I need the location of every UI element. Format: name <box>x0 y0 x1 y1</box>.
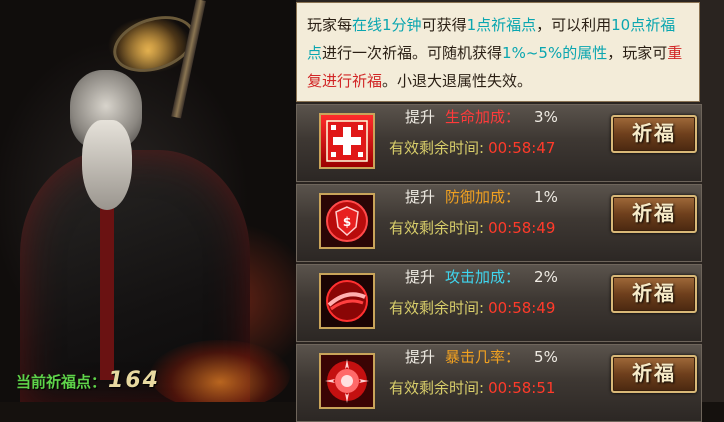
buff-stat-name: 生命加成： <box>445 108 521 126</box>
svg-text:$: $ <box>343 215 351 229</box>
desc-highlight: 1%~5%的属性 <box>502 44 608 62</box>
buff-time-value: 00:58:49 <box>488 219 556 237</box>
buff-stat-value: 1% <box>534 188 558 206</box>
buff-prefix: 提升 <box>405 108 436 126</box>
buff-stat: 提升 暴击几率： 5% <box>405 346 558 367</box>
buff-time-value: 00:58:51 <box>488 379 556 397</box>
bless-button[interactable]: 祈福 <box>611 115 697 153</box>
desc-text: 可获得 <box>421 16 467 34</box>
buff-stat: 提升 防御加成： 1% <box>405 186 558 207</box>
buff-stat-name: 攻击加成： <box>445 268 521 286</box>
buff-prefix: 提升 <box>405 348 436 366</box>
blessing-panel: 玩家每在线1分钟可获得1点祈福点，可以利用10点祈福点进行一次祈福。可随机获得1… <box>296 0 724 422</box>
bless-button[interactable]: 祈福 <box>611 275 697 313</box>
buff-stat-value: 3% <box>534 108 558 126</box>
desc-text: 进行一次祈福。可随机获得 <box>322 44 503 62</box>
flame-effect <box>150 340 290 402</box>
buff-stat: 提升 攻击加成： 2% <box>405 266 558 287</box>
buff-row-critical: 提升 暴击几率： 5% 有效剩余时间: 00:58:51 祈福 <box>296 344 702 422</box>
desc-text: 玩家每 <box>307 16 353 34</box>
buff-stat-value: 5% <box>534 348 558 366</box>
buff-row-attack: 提升 攻击加成： 2% 有效剩余时间: 00:58:49 祈福 <box>296 264 702 342</box>
blessing-points-value: 164 <box>108 368 160 393</box>
buff-row-defense: $ 提升 防御加成： 1% 有效剩余时间: 00:58:49 祈福 <box>296 184 702 262</box>
desc-text: 。小退大退属性失效。 <box>382 72 533 90</box>
buff-time-label: 有效剩余时间: <box>389 219 485 237</box>
defense-shield-icon: $ <box>319 193 375 249</box>
desc-highlight: 在线1分钟 <box>352 16 422 34</box>
attack-slash-icon <box>319 273 375 329</box>
description-box: 玩家每在线1分钟可获得1点祈福点，可以利用10点祈福点进行一次祈福。可随机获得1… <box>296 2 700 102</box>
buff-row-health: 提升 生命加成： 3% 有效剩余时间: 00:58:47 祈福 <box>296 104 702 182</box>
buff-time: 有效剩余时间: 00:58:49 <box>389 297 555 318</box>
buff-prefix: 提升 <box>405 188 436 206</box>
buff-stat: 提升 生命加成： 3% <box>405 106 558 127</box>
bless-button[interactable]: 祈福 <box>611 195 697 233</box>
buff-time: 有效剩余时间: 00:58:49 <box>389 217 555 238</box>
critical-burst-icon <box>319 353 375 409</box>
buff-stat-name: 暴击几率： <box>445 348 521 366</box>
buff-time-label: 有效剩余时间: <box>389 379 485 397</box>
buff-time-value: 00:58:49 <box>488 299 556 317</box>
desc-text: ，可以利用 <box>536 16 612 34</box>
buff-time-label: 有效剩余时间: <box>389 299 485 317</box>
sash <box>100 190 114 380</box>
character-art <box>0 0 296 402</box>
buff-stat-value: 2% <box>534 268 558 286</box>
blessing-points: 当前祈福点：164 <box>16 368 160 393</box>
health-cross-icon <box>319 113 375 169</box>
buff-time-value: 00:58:47 <box>488 139 556 157</box>
bless-button[interactable]: 祈福 <box>611 355 697 393</box>
buff-prefix: 提升 <box>405 268 436 286</box>
buff-stat-name: 防御加成： <box>445 188 521 206</box>
buff-time: 有效剩余时间: 00:58:47 <box>389 137 555 158</box>
sage-beard <box>82 120 132 210</box>
buff-time: 有效剩余时间: 00:58:51 <box>389 377 555 398</box>
buff-time-label: 有效剩余时间: <box>389 139 485 157</box>
desc-text: ，玩家可 <box>607 44 668 62</box>
desc-highlight: 1点祈福点 <box>466 16 537 34</box>
blessing-points-label: 当前祈福点： <box>16 373 107 391</box>
